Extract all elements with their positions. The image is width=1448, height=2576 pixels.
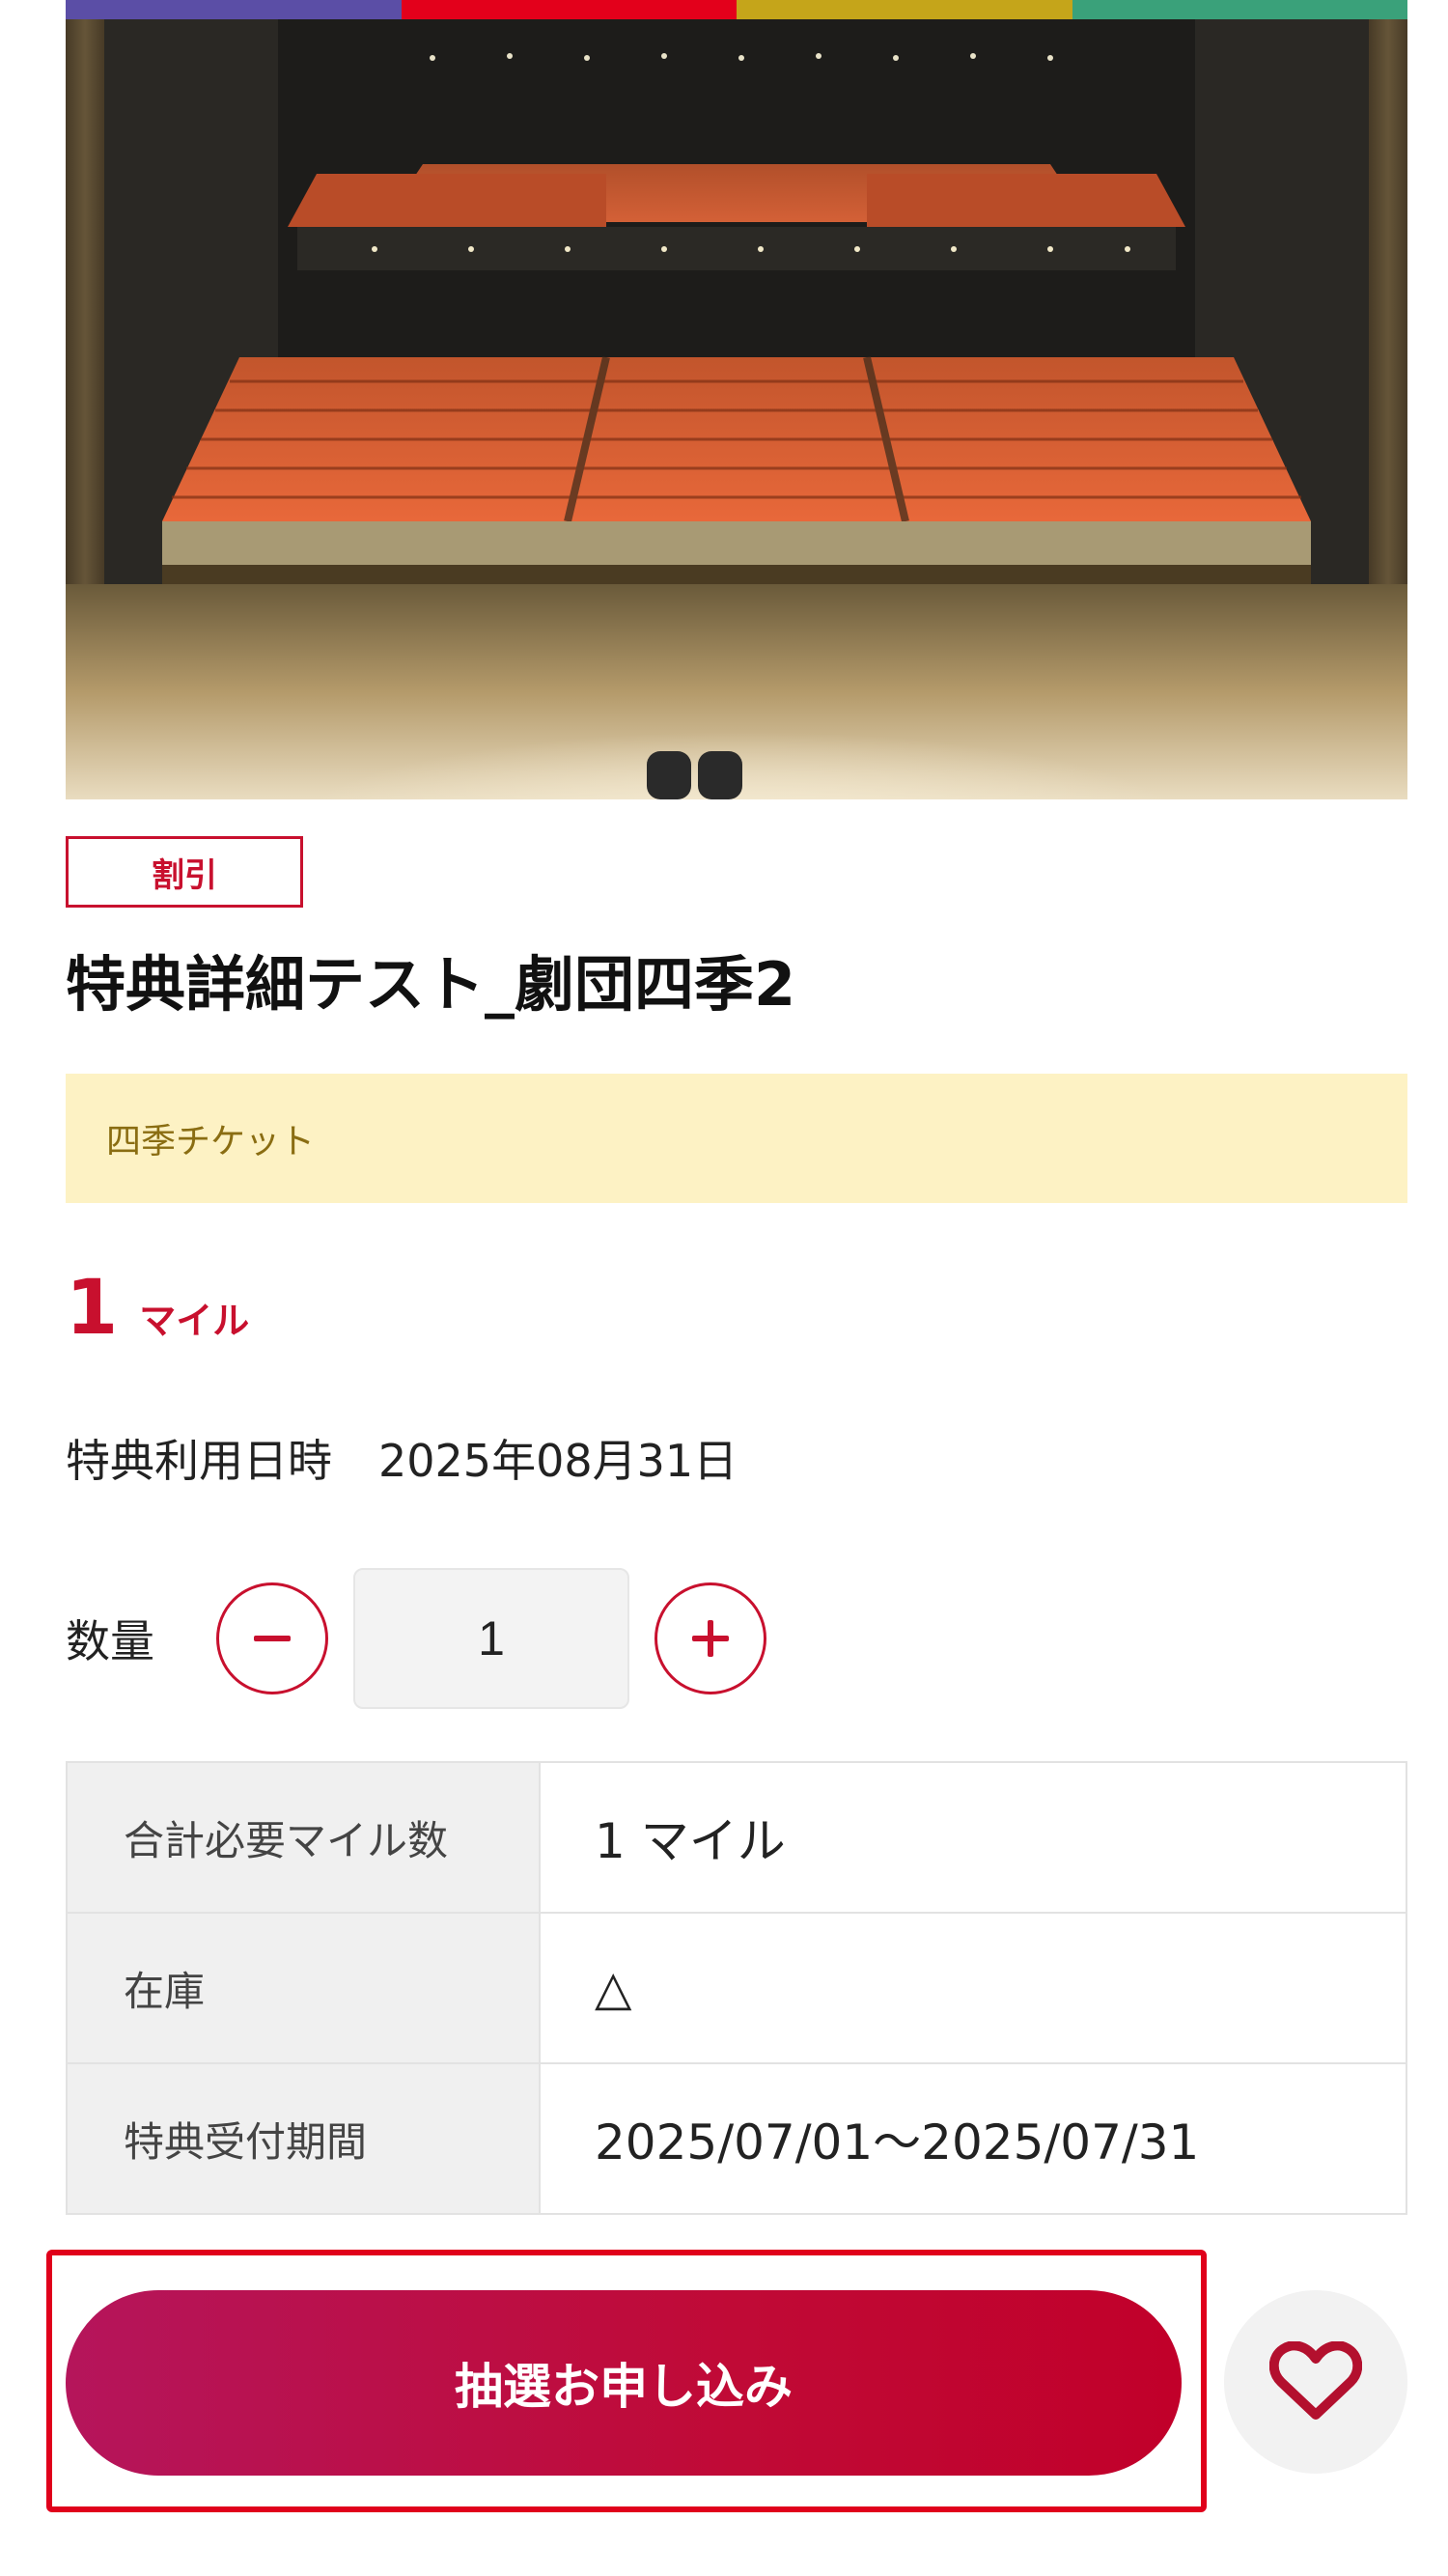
- table-row: 合計必要マイル数 1 マイル: [66, 1761, 1407, 1914]
- table-value: △: [539, 1912, 1407, 2064]
- hero-color-stripes: [66, 0, 1407, 19]
- usage-date-value: 2025年08月31日: [378, 1435, 738, 1487]
- table-label: 在庫: [66, 1912, 541, 2064]
- table-row: 特典受付期間 2025/07/01～2025/07/31: [66, 2062, 1407, 2215]
- stripe-yellow: [737, 0, 1072, 19]
- favorite-button[interactable]: [1224, 2290, 1407, 2474]
- category-tag: 割引: [66, 836, 303, 908]
- stripe-red: [401, 0, 737, 19]
- quantity-input[interactable]: [353, 1568, 629, 1709]
- quantity-label: 数量: [66, 1615, 154, 1667]
- usage-date-label: 特典利用日時: [66, 1435, 332, 1487]
- increment-button[interactable]: [654, 1582, 766, 1694]
- notice-banner: 四季チケット: [66, 1074, 1407, 1203]
- stripe-purple: [66, 0, 402, 19]
- notice-text: 四季チケット: [106, 1122, 316, 1162]
- minus-icon: [254, 1636, 291, 1641]
- theater-illustration: [66, 0, 1407, 799]
- mile-unit: マイル: [139, 1300, 250, 1342]
- table-value: 1 マイル: [539, 1761, 1407, 1914]
- heart-icon: [1269, 2341, 1362, 2420]
- decrement-button[interactable]: [216, 1582, 328, 1694]
- plus-icon: [692, 1620, 729, 1657]
- info-table: 合計必要マイル数 1 マイル 在庫 △ 特典受付期間 2025/07/01～20…: [66, 1761, 1407, 2215]
- table-label: 合計必要マイル数: [66, 1761, 541, 1914]
- mile-value: 1: [66, 1265, 119, 1352]
- table-value: 2025/07/01～2025/07/31: [539, 2062, 1407, 2215]
- hero-image: [66, 0, 1407, 799]
- apply-lottery-button[interactable]: 抽選お申し込み: [66, 2290, 1182, 2476]
- table-label: 特典受付期間: [66, 2062, 541, 2215]
- mile-price: 1 マイル: [66, 1265, 249, 1352]
- table-row: 在庫 △: [66, 1912, 1407, 2064]
- usage-date-row: 特典利用日時 2025年08月31日: [66, 1427, 738, 1495]
- product-title: 特典詳細テスト_劇団四季2: [66, 949, 796, 1020]
- quantity-stepper: 数量: [66, 1568, 766, 1709]
- stripe-green: [1072, 0, 1407, 19]
